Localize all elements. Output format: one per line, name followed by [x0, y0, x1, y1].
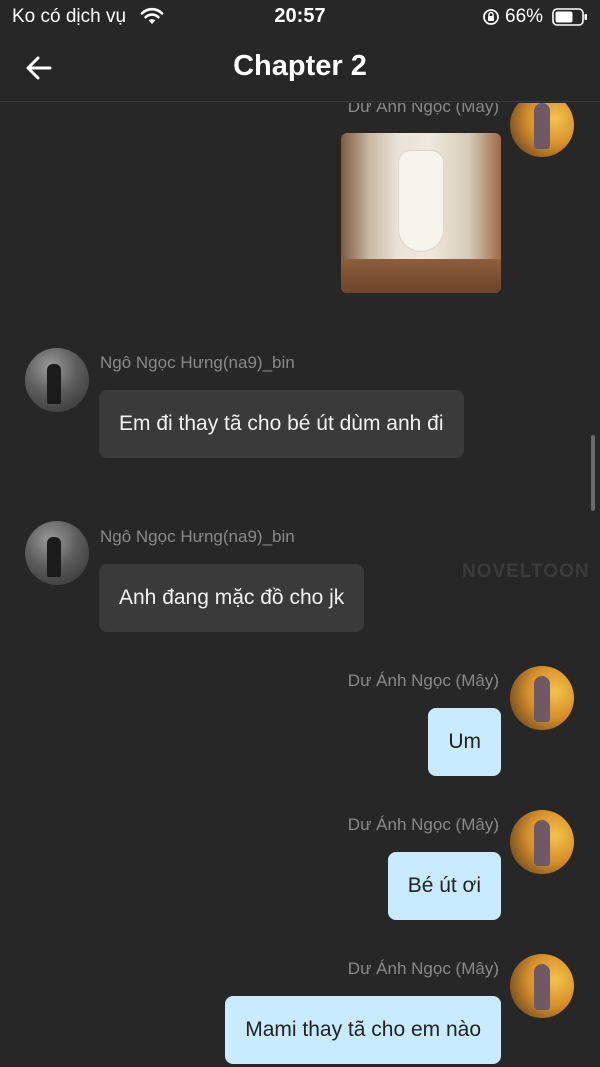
battery-percentage: 66% — [505, 6, 544, 27]
avatar[interactable] — [510, 810, 574, 874]
photo-subject — [399, 151, 443, 251]
sender-name: Dư Ánh Ngọc (Mây) — [347, 815, 499, 834]
status-bar: Ko có dịch vụ 20:57 66% — [0, 0, 600, 34]
sender-name: Dư Ánh Ngọc (Mây) — [347, 959, 499, 978]
sender-name: Dư Ánh Ngọc (Mây) — [347, 671, 499, 690]
avatar[interactable] — [510, 954, 574, 1018]
chapter-header: Chapter 2 — [0, 34, 600, 102]
message-bubble[interactable]: Em đi thay tã cho bé út dùm anh đi — [99, 390, 464, 458]
chat-thread[interactable]: Dư Ánh Ngọc (Mây) Ngô Ngọc Hưng(na9)_bin… — [0, 103, 600, 1067]
chapter-title: Chapter 2 — [233, 50, 367, 82]
rotation-lock-icon — [483, 9, 499, 25]
battery-icon — [552, 8, 587, 26]
avatar[interactable] — [25, 348, 89, 412]
message-bubble[interactable]: Mami thay tã cho em nào — [225, 996, 501, 1064]
sender-name: Ngô Ngọc Hưng(na9)_bin — [100, 353, 295, 372]
message-bubble[interactable]: Um — [428, 708, 501, 776]
message-bubble[interactable]: Anh đang mặc đồ cho jk — [99, 564, 365, 632]
watermark: NOVELTOON — [462, 561, 590, 582]
message-bubble[interactable]: Bé út ơi — [387, 852, 501, 920]
sender-name: Ngô Ngọc Hưng(na9)_bin — [100, 527, 295, 546]
avatar[interactable] — [510, 103, 574, 157]
avatar[interactable] — [510, 666, 574, 730]
scrollbar[interactable] — [591, 435, 595, 511]
avatar[interactable] — [25, 521, 89, 585]
photo-attachment[interactable] — [341, 133, 501, 293]
photo-floor — [341, 259, 501, 293]
sender-name: Dư Ánh Ngọc (Mây) — [347, 103, 499, 116]
